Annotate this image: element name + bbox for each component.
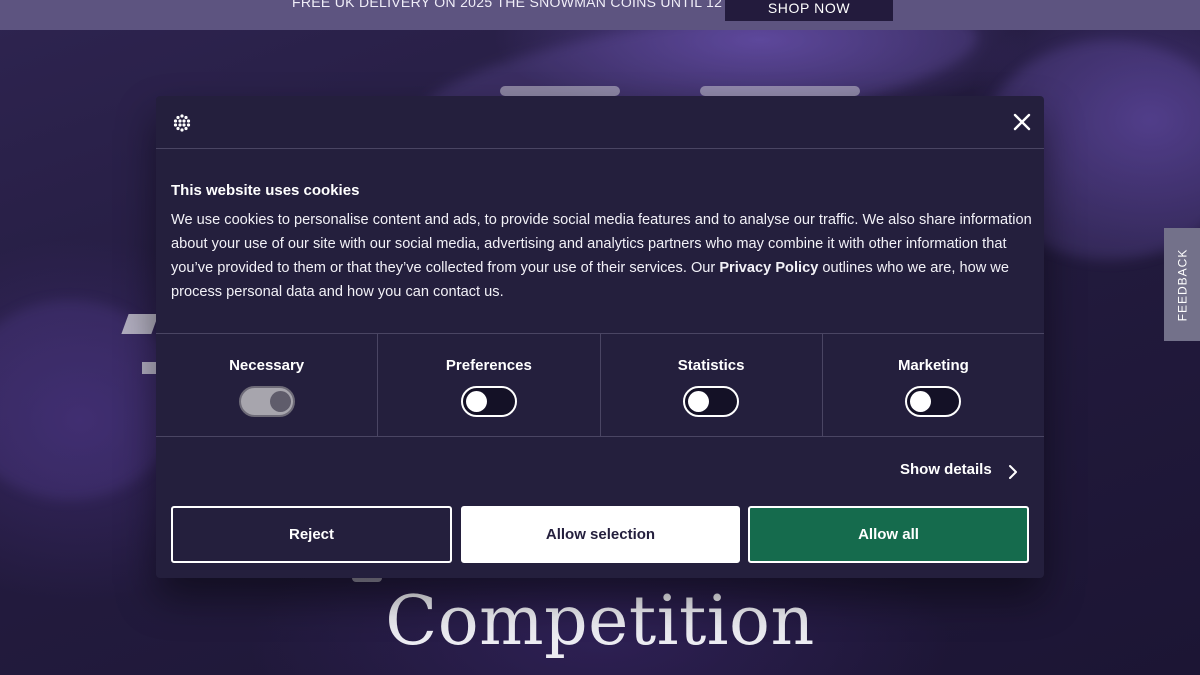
show-details-link[interactable]: Show details xyxy=(900,461,992,478)
coin-fragment xyxy=(700,86,860,96)
coin-fragment xyxy=(121,314,159,334)
close-icon[interactable] xyxy=(1008,108,1036,136)
marketing-toggle[interactable] xyxy=(905,386,962,417)
category-label: Marketing xyxy=(897,357,969,374)
category-statistics: Statistics xyxy=(601,334,823,436)
cookiebot-logo-icon xyxy=(173,114,191,132)
coin-fragment xyxy=(142,362,156,374)
allow-all-button[interactable]: Allow all xyxy=(748,506,1029,563)
preferences-toggle[interactable] xyxy=(460,386,517,417)
feedback-label: FEEDBACK xyxy=(1175,248,1189,321)
toggle-knob xyxy=(269,391,291,412)
toggle-knob xyxy=(465,391,487,412)
category-label: Preferences xyxy=(445,357,532,374)
dialog-body: We use cookies to personalise content an… xyxy=(171,208,1033,304)
category-label: Necessary xyxy=(229,357,305,374)
category-marketing: Marketing xyxy=(823,334,1044,436)
cookie-consent-dialog: This website uses cookies We use cookies… xyxy=(156,96,1044,578)
promo-banner: FREE UK DELIVERY ON 2025 THE SNOWMAN COI… xyxy=(0,0,1200,30)
reject-button[interactable]: Reject xyxy=(171,506,452,563)
category-necessary: Necessary xyxy=(156,334,379,436)
promo-text: FREE UK DELIVERY ON 2025 THE SNOWMAN COI… xyxy=(292,0,757,10)
allow-selection-button[interactable]: Allow selection xyxy=(461,506,740,563)
toggle-knob xyxy=(910,391,932,412)
feedback-tab[interactable]: FEEDBACK xyxy=(1164,228,1200,341)
privacy-policy-link[interactable]: Privacy Policy xyxy=(719,260,818,276)
coin-fragment xyxy=(500,86,620,96)
category-label: Statistics xyxy=(677,357,745,374)
cookie-categories: Necessary Preferences Statistics Marketi… xyxy=(156,333,1044,437)
chevron-right-icon[interactable] xyxy=(1007,464,1019,480)
dialog-title: This website uses cookies xyxy=(171,182,360,199)
hero-decor xyxy=(0,300,180,500)
close-icon-glyph xyxy=(1013,113,1031,131)
hero-title: Competition xyxy=(385,582,815,661)
necessary-toggle xyxy=(238,386,295,417)
category-preferences: Preferences xyxy=(378,334,601,436)
dialog-header xyxy=(156,96,1044,149)
toggle-knob xyxy=(688,391,710,412)
statistics-toggle[interactable] xyxy=(683,386,740,417)
shop-now-button[interactable]: SHOP NOW xyxy=(725,0,893,21)
